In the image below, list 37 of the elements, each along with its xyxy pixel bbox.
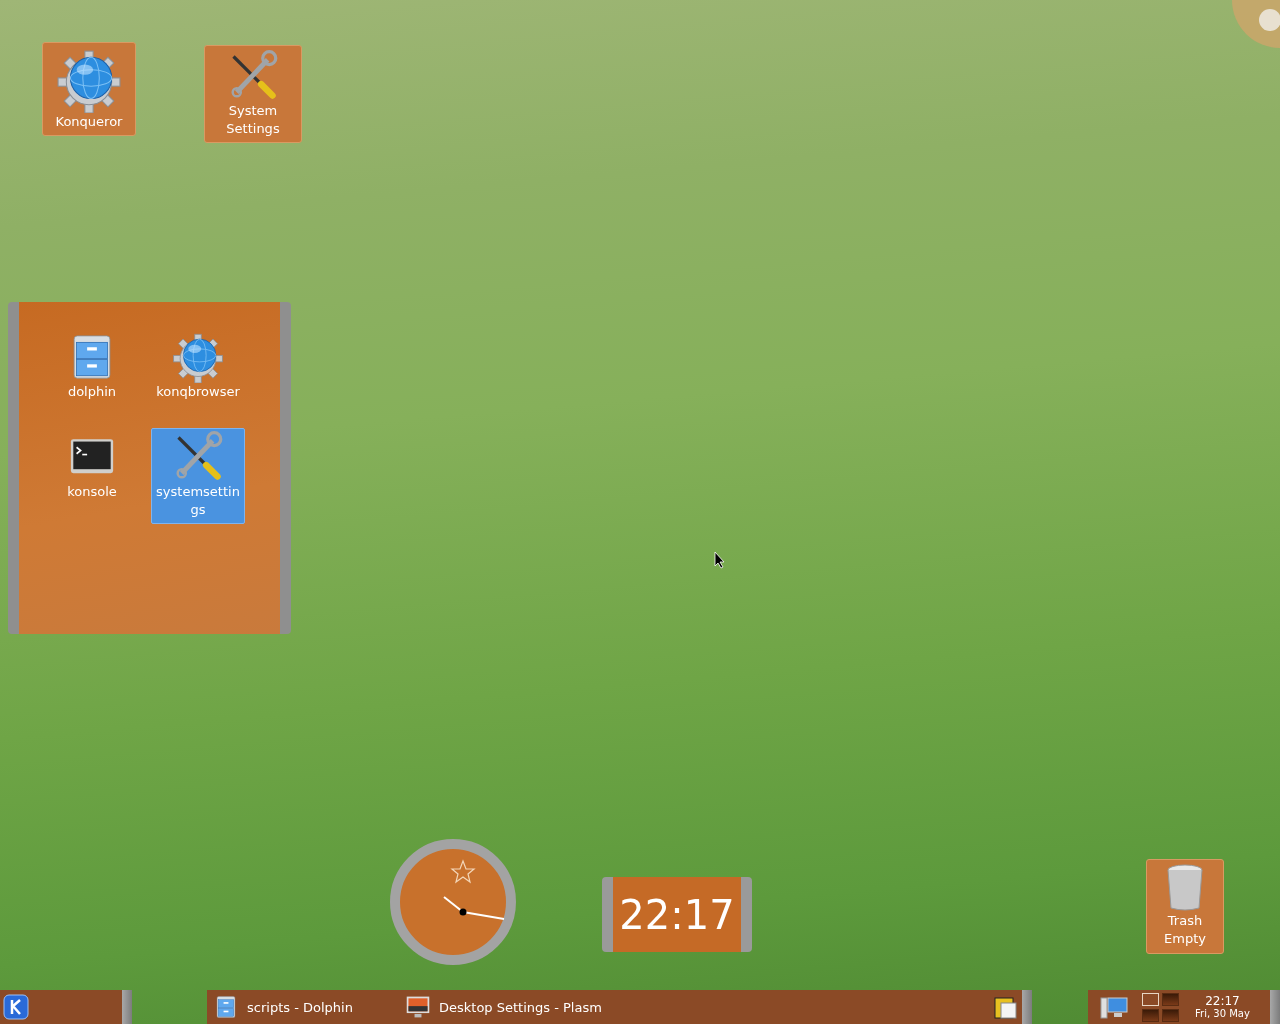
file-drawer-icon — [213, 994, 239, 1020]
pager-desktop[interactable] — [1162, 992, 1179, 1006]
sunset-monitor-icon — [405, 994, 431, 1020]
panel-clock-date: Fri, 30 May — [1195, 1007, 1250, 1020]
folder-item[interactable]: konqbrowser — [151, 328, 245, 406]
pager-desktop[interactable] — [1142, 1008, 1159, 1022]
folder-item-label: konqbrowser — [155, 383, 241, 401]
trash-status: Empty — [1164, 930, 1206, 948]
taskbar-task[interactable]: Desktop Settings - Plasm — [399, 994, 602, 1020]
globe-gear-icon — [56, 47, 122, 113]
computer-icon[interactable] — [1100, 995, 1128, 1019]
folder-item[interactable]: systemsettings — [151, 428, 245, 524]
panel-handle[interactable] — [1270, 990, 1280, 1024]
clock-face-drawing — [443, 859, 505, 920]
desktop-icon-label: System Settings — [225, 102, 281, 138]
panel-handle[interactable] — [1022, 990, 1032, 1024]
kde-menu-icon[interactable] — [3, 994, 29, 1020]
desktop-icon[interactable]: Konqueror — [42, 42, 136, 136]
trash-icon-tile[interactable]: Trash Empty — [1146, 859, 1224, 954]
panel-clock-time: 22:17 — [1205, 994, 1240, 1008]
clock-time: 22:17 — [619, 891, 735, 938]
folder-item-label: dolphin — [66, 383, 118, 401]
desktop-icon-label: Konqueror — [54, 113, 124, 131]
toolbox-button[interactable] — [1230, 0, 1280, 48]
folder-item-label: systemsettings — [155, 483, 241, 519]
folder-item[interactable]: konsole — [45, 428, 139, 506]
mouse-pointer-icon — [714, 551, 726, 569]
panel-handle[interactable] — [122, 990, 132, 1024]
taskbar-task[interactable]: scripts - Dolphin — [207, 994, 399, 1020]
globe-gear-icon — [172, 331, 224, 383]
folder-item-label: konsole — [66, 483, 118, 501]
trash-can-icon — [1165, 864, 1205, 912]
clipboard-icon[interactable] — [994, 995, 1018, 1019]
desktop-icon[interactable]: System Settings — [204, 45, 302, 143]
pager-desktop[interactable] — [1162, 1008, 1179, 1022]
folder-item[interactable]: dolphin — [45, 328, 139, 406]
trash-label: Trash — [1167, 912, 1203, 930]
